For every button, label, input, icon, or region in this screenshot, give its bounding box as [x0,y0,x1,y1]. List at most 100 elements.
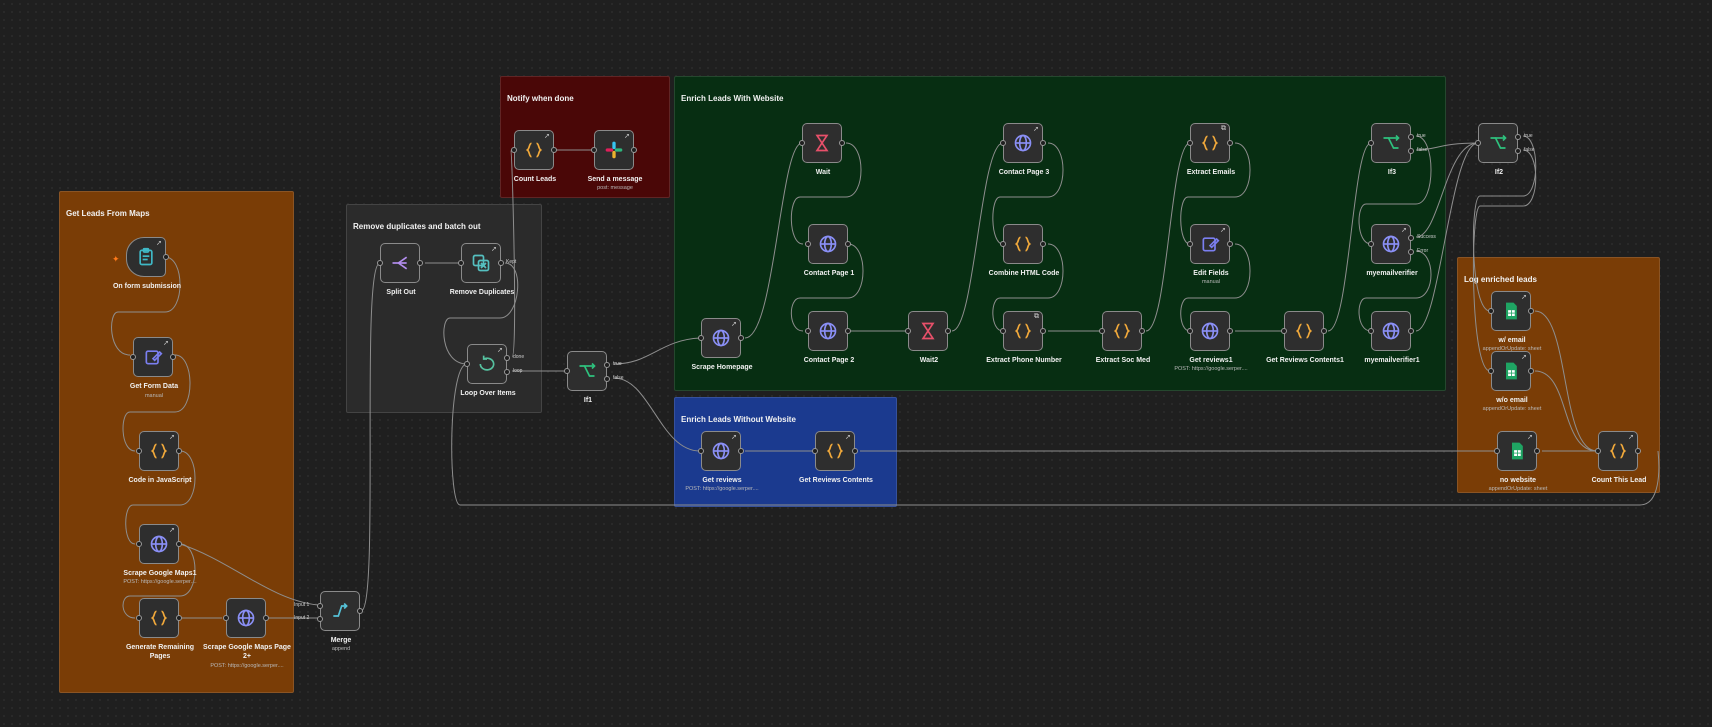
node-loop-over-items[interactable]: ➚ done loop Loop Over Items [460,344,524,397]
output-port[interactable] [1227,328,1233,334]
node-w-email[interactable]: ➚ w/ email appendOrUpdate: sheet [1483,291,1541,352]
input-port[interactable] [799,140,805,146]
input-port[interactable] [805,241,811,247]
output-port[interactable] [738,335,744,341]
node-extract-emails[interactable]: ⧉ Extract Emails [1187,123,1235,176]
input-port[interactable] [812,448,818,454]
run-arrow-icon[interactable]: ➚ [156,239,162,247]
run-arrow-icon[interactable]: ➚ [624,132,630,140]
node-wait2[interactable]: Wait2 [905,311,951,364]
input-port[interactable] [1000,140,1006,146]
input-port[interactable] [1281,328,1287,334]
node-combine-html-code[interactable]: Combine HTML Code [989,224,1059,277]
output-port[interactable] [1408,148,1414,154]
input-port[interactable] [511,147,517,153]
output-port[interactable] [417,260,423,266]
output-port[interactable] [1227,140,1233,146]
run-arrow-icon[interactable]: ➚ [169,526,175,534]
node-count-this-lead[interactable]: ➚ Count This Lead [1592,431,1646,484]
input-port[interactable] [1187,241,1193,247]
input-port[interactable] [1187,140,1193,146]
output-port[interactable] [1515,134,1521,140]
output-port[interactable] [604,362,610,368]
input-port[interactable] [464,361,470,367]
input-port[interactable] [1488,368,1494,374]
input-port[interactable] [1595,448,1601,454]
node-get-reviews-contents1[interactable]: Get Reviews Contents1 [1266,311,1344,364]
node-no-website[interactable]: ➚ no website appendOrUpdate: sheet [1489,431,1547,492]
output-port[interactable] [1635,448,1641,454]
output-port[interactable] [1040,140,1046,146]
node-wo-email[interactable]: ➚ w/o email appendOrUpdate: sheet [1483,351,1541,412]
run-arrow-icon[interactable]: ➚ [1521,293,1527,301]
output-port[interactable] [604,376,610,382]
output-port[interactable] [504,355,510,361]
node-merge[interactable]: Input 1 Input 2 Merge append [294,591,363,652]
node-if1[interactable]: true false If1 [564,351,624,404]
node-count-leads[interactable]: ➚ Count Leads [511,130,557,183]
run-arrow-icon[interactable]: ➚ [544,132,550,140]
run-arrow-icon[interactable]: ➚ [845,433,851,441]
run-arrow-icon[interactable]: ➚ [491,245,497,253]
node-contact-page-2[interactable]: Contact Page 2 [804,311,854,364]
output-port[interactable] [631,147,637,153]
run-arrow-icon[interactable]: ➚ [1521,353,1527,361]
node-scrape-google-maps1[interactable]: ➚ Scrape Google Maps1 POST: https://goog… [123,524,197,585]
output-port[interactable] [1528,368,1534,374]
run-arrow-icon[interactable]: ⧉ [1034,313,1039,321]
input-port[interactable] [136,541,142,547]
output-port[interactable] [1040,328,1046,334]
input-port[interactable] [130,354,136,360]
output-port[interactable] [1408,235,1414,241]
run-arrow-icon[interactable]: ➚ [1401,226,1407,234]
run-arrow-icon[interactable]: ⧉ [1221,125,1226,133]
output-port[interactable] [498,260,504,266]
input-port[interactable] [1368,241,1374,247]
input-port[interactable] [905,328,911,334]
input-port[interactable] [317,603,323,609]
node-on-form-submission[interactable]: ➚ On form submission [113,237,181,290]
output-port[interactable] [839,140,845,146]
run-arrow-icon[interactable]: ➚ [1628,433,1634,441]
input-port[interactable] [1368,140,1374,146]
node-myemailverifier[interactable]: ➚ Success Error myemailverifier [1366,224,1436,277]
output-port[interactable] [163,254,169,260]
run-arrow-icon[interactable]: ➚ [497,346,503,354]
output-port[interactable] [170,354,176,360]
input-port[interactable] [136,448,142,454]
input-port[interactable] [1494,448,1500,454]
node-scrape-google-maps-page2[interactable]: Scrape Google Maps Page 2+ POST: https:/… [203,598,291,669]
output-port[interactable] [1227,241,1233,247]
input-port[interactable] [564,368,570,374]
run-arrow-icon[interactable]: ➚ [163,339,169,347]
output-port[interactable] [357,608,363,614]
node-get-form-data[interactable]: ➚ Get Form Data manual [130,337,178,399]
node-code-in-javascript[interactable]: ➚ Code in JavaScript [128,431,192,484]
output-port[interactable] [738,448,744,454]
run-arrow-icon[interactable]: ➚ [1527,433,1533,441]
node-generate-remaining-pages[interactable]: Generate Remaining Pages [126,598,194,660]
output-port[interactable] [1321,328,1327,334]
run-arrow-icon[interactable]: ➚ [1220,226,1226,234]
node-remove-duplicates[interactable]: ➚ Kept Remove Duplicates [450,243,516,296]
output-port[interactable] [176,615,182,621]
output-port[interactable] [176,448,182,454]
output-port[interactable] [945,328,951,334]
input-port[interactable] [223,615,229,621]
output-port[interactable] [1139,328,1145,334]
input-port[interactable] [1000,241,1006,247]
output-port[interactable] [1528,308,1534,314]
input-port[interactable] [698,448,704,454]
input-port[interactable] [1187,328,1193,334]
output-port[interactable] [1040,241,1046,247]
node-extract-soc-med[interactable]: Extract Soc Med [1096,311,1150,364]
node-extract-phone-number[interactable]: ⧉ Extract Phone Number [986,311,1062,364]
node-if2[interactable]: true false If2 [1475,123,1535,176]
output-port[interactable] [263,615,269,621]
input-port[interactable] [1099,328,1105,334]
input-port[interactable] [1475,140,1481,146]
output-port[interactable] [1515,148,1521,154]
input-port[interactable] [317,616,323,622]
output-port[interactable] [1408,249,1414,255]
output-port[interactable] [1534,448,1540,454]
